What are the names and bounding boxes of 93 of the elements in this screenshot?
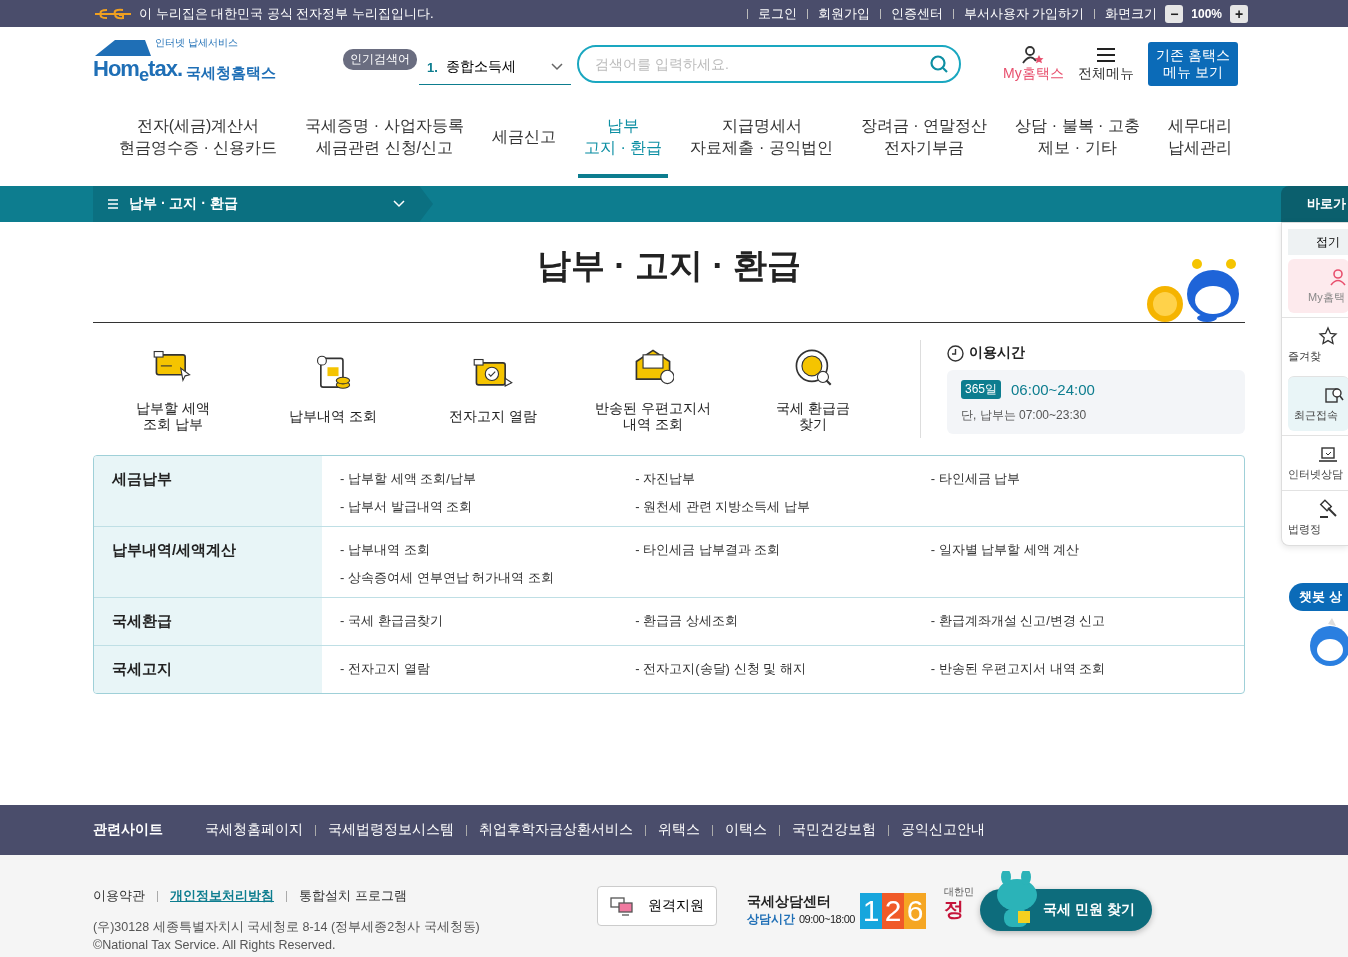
quick-panel-header: 바로가 [1281, 186, 1348, 222]
remote-support-button[interactable]: 원격지원 [597, 886, 717, 926]
section-header: 국세환급 [94, 598, 322, 645]
footer-link[interactable]: 개인정보처리방침 [170, 887, 274, 905]
monitors-icon [610, 896, 634, 916]
star-icon [1318, 326, 1338, 346]
user-star-icon [1021, 44, 1046, 65]
related-site-link[interactable]: 취업후학자금상환서비스 [479, 821, 633, 839]
classic-menu-button[interactable]: 기존 홈택스 메뉴 보기 [1147, 41, 1238, 86]
zoom-in-button[interactable]: + [1230, 4, 1248, 23]
clock-icon [947, 344, 964, 362]
service-link[interactable]: 납부할 세액 조회 납부 [93, 345, 253, 433]
menu-link[interactable]: - 일자별 납부할 세액 계산 [930, 541, 1226, 559]
gov-logo-text: 정 [944, 899, 965, 919]
call-center-hours: 09:00~18:00 [799, 913, 855, 925]
zoom-out-button[interactable]: − [1165, 4, 1184, 23]
logo-tagline: 인터넷 납세서비스 [155, 36, 238, 51]
service-link[interactable]: 반송된 우편고지서 내역 조회 [573, 345, 733, 433]
related-site-link[interactable]: 국민건강보험 [792, 821, 876, 839]
footer-link[interactable]: 통합설치 프로그램 [299, 887, 407, 905]
copyright-text: ©National Tax Service. All Rights Reserved. [93, 938, 337, 952]
menu-link[interactable]: - 환급금 상세조회 [635, 612, 931, 635]
related-site-link[interactable]: 위택스 [658, 821, 700, 839]
search-icon[interactable] [929, 53, 949, 74]
all-menu-button[interactable]: 전체메뉴 [1077, 44, 1134, 83]
nav-tab[interactable]: 상담 · 불복 · 고충 제보 · 기타 [1009, 100, 1146, 178]
menu-link[interactable]: - 전자고지(송달) 신청 및 해지 [635, 660, 931, 683]
related-site-link[interactable]: 이택스 [725, 821, 767, 839]
hours-title: 이용시간 [969, 344, 1025, 362]
menu-link[interactable]: - 전자고지 열람 [340, 660, 636, 683]
quick-link[interactable]: 최근접속 [1288, 376, 1348, 431]
logo-name: 국세청홈택스 [186, 63, 276, 83]
menu-link[interactable]: - 납부내역 조회 [340, 541, 636, 559]
notice-text: 이 누리집은 대한민국 공식 전자정부 누리집입니다. [139, 4, 435, 23]
menu-icon [107, 199, 119, 209]
gavel-icon [1318, 499, 1338, 519]
nav-tab[interactable]: 전자(세금)계산서 현금영수증 · 신용카드 [113, 100, 284, 178]
menu-link[interactable]: - 반송된 우편고지서 내역 조회 [930, 660, 1226, 683]
menu-link[interactable]: - 상속증여세 연부연납 허가내역 조회 [340, 569, 636, 587]
menu-link[interactable]: - 납부할 세액 조회/납부 [340, 470, 636, 488]
top-link[interactable]: 부서사용자 가입하기 [963, 4, 1085, 23]
menu-link[interactable]: - 자진납부 [635, 470, 931, 488]
call-center-name: 국세상담센터 [747, 893, 832, 911]
section-header: 국세고지 [94, 646, 322, 693]
gov-logo-caption: 대한민 [944, 885, 974, 899]
popular-badge: 인기검색어 [343, 49, 417, 70]
zoom-value: 100% [1191, 6, 1222, 21]
chatbot-button[interactable]: 챗봇 상 [1289, 583, 1348, 611]
footer-link[interactable]: 이용약관 [93, 887, 145, 905]
top-link[interactable]: 로그인 [757, 4, 797, 23]
section-header: 납부내역/세액계산 [94, 527, 322, 597]
nav-tab[interactable]: 세금신고 [485, 100, 562, 178]
hours-time: 06:00~24:00 [1011, 381, 1095, 398]
breadcrumb-dropdown[interactable]: 납부 · 고지 · 환급 [93, 186, 433, 222]
related-site-link[interactable]: 공익신고안내 [901, 821, 985, 839]
top-link[interactable]: 인증센터 [890, 4, 943, 23]
hours-label: 상담시간 [747, 911, 795, 928]
document-search-icon [1324, 385, 1344, 405]
related-site-link[interactable]: 국세법령정보시스템 [328, 821, 454, 839]
nav-tab[interactable]: 지급명세서 자료제출 · 공익법인 [684, 100, 839, 178]
quick-link[interactable]: 법령정 [1282, 490, 1348, 545]
search-field[interactable]: 검색어를 입력하세요. [577, 44, 961, 83]
hours-note: 단, 납부는 07:00~23:30 [961, 407, 1088, 424]
related-site-link[interactable]: 국세청홈페이지 [205, 821, 303, 839]
zoom-label: 화면크기 [1105, 4, 1158, 23]
service-link[interactable]: 전자고지 열람 [413, 353, 573, 425]
top-link[interactable]: 회원가입 [817, 4, 870, 23]
related-sites-title: 관련사이트 [93, 821, 163, 839]
quick-link[interactable]: 인터넷상담 [1282, 435, 1348, 490]
egov-logo-icon [93, 6, 133, 21]
page-title: 납부 · 고지 · 환급 [536, 245, 802, 286]
nav-tab[interactable]: 세무대리 납세관리 [1161, 100, 1238, 178]
nav-tab[interactable]: 국세증명 · 사업자등록 세금관련 신청/신고 [299, 100, 470, 178]
section-header: 세금납부 [94, 456, 322, 526]
person-icon [1328, 267, 1348, 287]
menu-link[interactable]: - 납부서 발급내역 조회 [340, 498, 636, 516]
menu-link[interactable]: - 타인세금 납부결과 조회 [635, 541, 931, 559]
menu-link[interactable]: - 타인세금 납부 [930, 470, 1226, 488]
laptop-icon [1318, 444, 1338, 464]
days-badge: 365일 [961, 380, 1002, 399]
logo-wordmark: Hom$_{e}$tax. [93, 56, 182, 87]
caret-icon [393, 200, 405, 208]
fold-button[interactable]: 접기 [1288, 229, 1348, 255]
service-link[interactable]: 납부내역 조회 [253, 353, 413, 425]
menu-link[interactable]: - 환급계좌개설 신고/변경 신고 [930, 612, 1226, 635]
my-hometax-button[interactable]: My홈택스 [1003, 44, 1064, 83]
menu-link[interactable]: - 원천세 관련 지방소득세 납부 [635, 498, 931, 516]
nav-tab[interactable]: 장려금 · 연말정산 전자기부금 [854, 100, 994, 178]
quick-link[interactable]: 즐겨찾 [1282, 317, 1348, 372]
menu-link[interactable]: - 국세 환급금찾기 [340, 612, 636, 635]
nav-tab[interactable]: 납부 고지 · 환급 [578, 100, 669, 178]
service-link[interactable]: 국세 환급금 찾기 [733, 345, 893, 433]
caret-icon [551, 63, 563, 71]
